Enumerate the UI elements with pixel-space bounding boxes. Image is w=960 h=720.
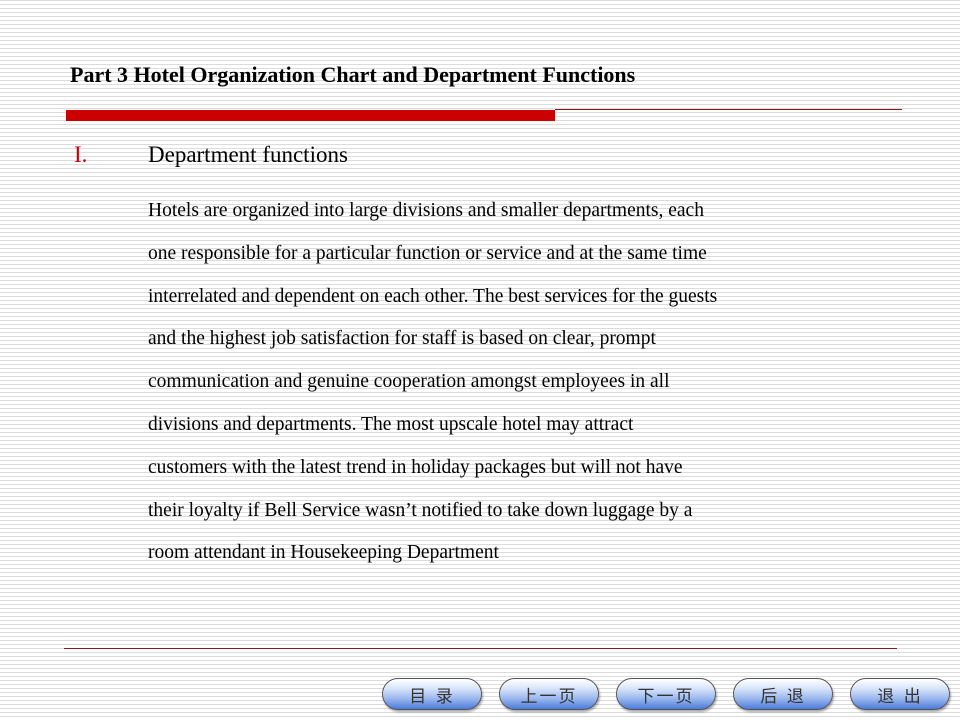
body-line: room attendant in Housekeeping Departmen… [148,542,499,564]
navigation-bar: 目 录 上一页 下一页 后 退 退 出 [382,678,950,710]
body-line: and the highest job satisfaction for sta… [148,328,656,350]
body-line: divisions and departments. The most upsc… [148,413,634,435]
section-heading-text: Department functions [148,142,348,167]
body-paragraph: Hotels are organized into large division… [148,190,908,575]
body-line: their loyalty if Bell Service wasn’t not… [148,499,693,521]
title-divider-line [555,109,902,110]
slide-title: Part 3 Hotel Organization Chart and Depa… [70,62,636,87]
previous-page-button[interactable]: 上一页 [499,678,599,710]
body-line: communication and genuine cooperation am… [148,371,670,393]
body-line: customers with the latest trend in holid… [148,456,683,478]
body-line: interrelated and dependent on each other… [148,285,718,307]
back-button[interactable]: 后 退 [733,678,833,710]
next-page-button[interactable]: 下一页 [616,678,716,710]
body-line: one responsible for a particular functio… [148,242,707,264]
contents-button[interactable]: 目 录 [382,678,482,710]
body-line: Hotels are organized into large division… [148,200,704,221]
title-accent-bar [66,110,555,121]
section-heading: I. Department functions [74,142,348,168]
section-number: I. [74,142,88,167]
exit-button[interactable]: 退 出 [850,678,950,710]
footer-divider-line [64,648,897,649]
